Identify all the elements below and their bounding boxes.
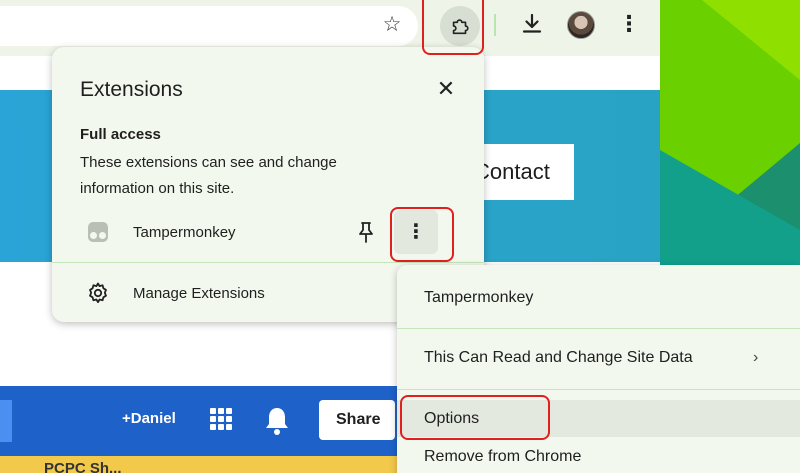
section-description: These extensions can see and change info… [80, 154, 337, 197]
account-name-link[interactable]: +Daniel [122, 410, 176, 427]
star-icon[interactable]: ☆ [378, 11, 406, 39]
popup-title: Extensions [80, 78, 183, 101]
extensions-button[interactable] [440, 6, 480, 46]
pin-button[interactable] [354, 219, 378, 245]
pin-icon [359, 222, 373, 243]
toolbar-divider [494, 14, 496, 36]
google-bar-search[interactable] [0, 400, 12, 442]
footer-strip-text: PCPC Sh... [44, 460, 122, 473]
manage-extensions-link[interactable]: Manage Extensions [133, 285, 265, 302]
gear-icon [89, 282, 107, 303]
menu-item-options[interactable]: Options [397, 410, 800, 428]
share-button[interactable]: Share [319, 400, 395, 440]
tampermonkey-icon [88, 222, 108, 242]
address-bar[interactable] [0, 6, 418, 46]
puzzle-piece-icon [452, 19, 469, 35]
download-icon [522, 13, 542, 33]
menu-item-remove[interactable]: Remove from Chrome [397, 448, 800, 466]
popup-divider [52, 262, 484, 263]
menu-separator [397, 328, 800, 329]
menu-separator [397, 389, 800, 390]
extension-more-button[interactable]: ⋮ [394, 210, 438, 254]
downloads-button[interactable] [516, 8, 548, 40]
section-heading: Full access [80, 126, 161, 143]
extension-context-menu: Tampermonkey This Can Read and Change Si… [397, 265, 800, 473]
apps-grid-icon[interactable] [210, 408, 232, 430]
chevron-right-icon: › [753, 349, 759, 366]
extension-name[interactable]: Tampermonkey [133, 224, 236, 241]
context-menu-title: Tampermonkey [424, 289, 534, 306]
close-icon[interactable]: ✕ [432, 75, 460, 103]
notifications-bell-icon[interactable] [264, 404, 290, 436]
browser-menu-button[interactable]: ⋮ [615, 10, 643, 38]
profile-avatar[interactable] [567, 11, 595, 39]
menu-item-site-data[interactable]: This Can Read and Change Site Data [397, 349, 800, 367]
